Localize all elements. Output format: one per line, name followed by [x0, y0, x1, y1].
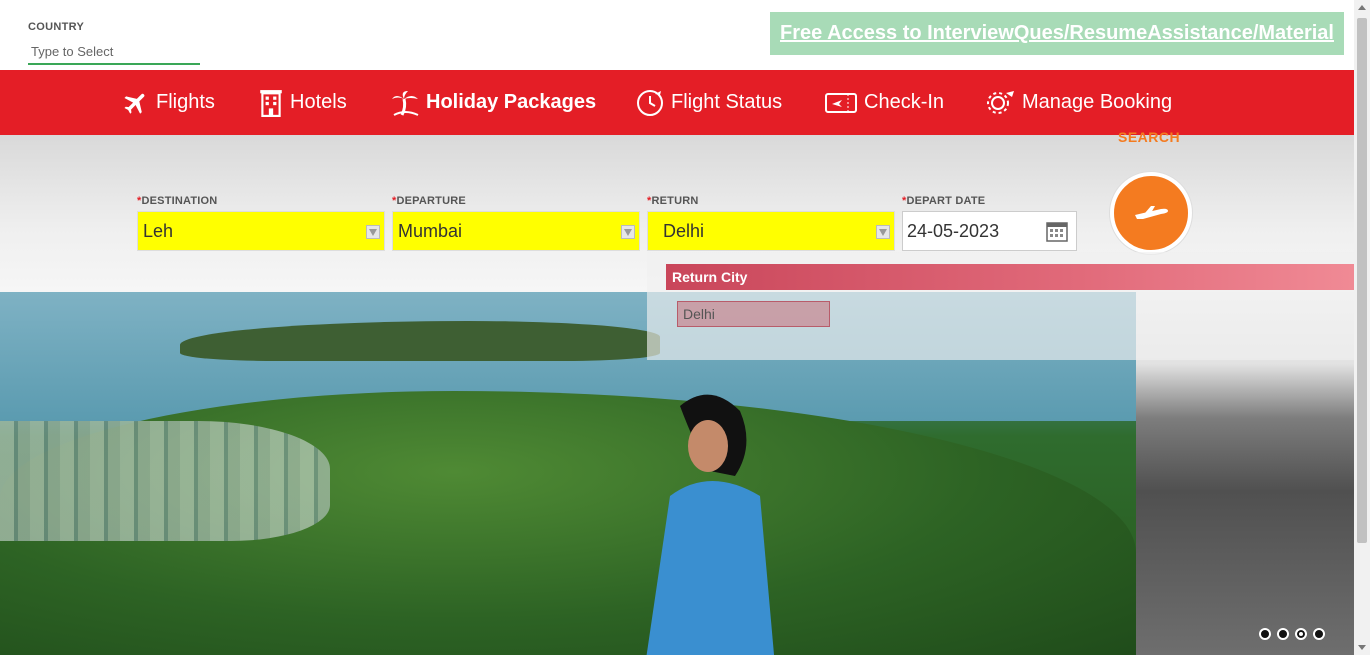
- depart-date-input[interactable]: 24-05-2023: [902, 211, 1077, 251]
- main-nav: Flights Hotels Holiday Packages Flight S…: [0, 70, 1354, 135]
- depart-date-value: 24-05-2023: [907, 221, 1000, 241]
- depart-date-label: *DEPART DATE: [902, 195, 986, 207]
- search-button[interactable]: [1110, 172, 1192, 254]
- departure-select[interactable]: Mumbai: [392, 211, 640, 251]
- return-select[interactable]: Delhi: [647, 211, 895, 251]
- scroll-up-icon[interactable]: [1358, 5, 1366, 10]
- nav-flights[interactable]: Flights: [122, 70, 215, 135]
- top-bar: COUNTRY Free Access to InterviewQues/Res…: [0, 0, 1354, 70]
- nav-label: Hotels: [290, 91, 347, 113]
- departure-value: Mumbai: [398, 221, 463, 241]
- ticket-plane-icon: [825, 92, 857, 113]
- carousel-dot[interactable]: [1313, 628, 1325, 640]
- scroll-down-icon[interactable]: [1358, 645, 1366, 650]
- promo-banner: Free Access to InterviewQues/ResumeAssis…: [770, 12, 1344, 55]
- hotel-icon: [260, 89, 282, 117]
- plane-icon: [124, 93, 145, 114]
- nav-manage-booking[interactable]: Manage Booking: [986, 70, 1172, 135]
- destination-value: Leh: [143, 221, 174, 241]
- plane-icon: [1135, 206, 1168, 219]
- country-label: COUNTRY: [28, 21, 85, 33]
- nav-label: Holiday Packages: [426, 91, 597, 113]
- chevron-down-icon: [621, 225, 635, 239]
- nav-hotels[interactable]: Hotels: [258, 70, 347, 135]
- carousel-dot[interactable]: [1277, 628, 1289, 640]
- page-scrollbar[interactable]: [1354, 0, 1370, 655]
- search-button-label[interactable]: SEARCH: [1118, 129, 1180, 145]
- departure-label: *DEPARTURE: [392, 195, 466, 207]
- nav-check-in[interactable]: Check-In: [824, 70, 944, 135]
- calendar-icon[interactable]: [1046, 220, 1068, 242]
- promo-link[interactable]: Free Access to InterviewQues/ResumeAssis…: [780, 22, 1334, 45]
- chevron-down-icon: [876, 225, 890, 239]
- hero-person: [646, 394, 775, 655]
- nav-label: Manage Booking: [1022, 91, 1173, 113]
- nav-label: Check-In: [864, 91, 945, 113]
- return-city-option[interactable]: Delhi: [677, 301, 830, 327]
- scroll-thumb[interactable]: [1357, 18, 1367, 543]
- nav-label: Flight Status: [671, 91, 783, 113]
- carousel-dots: [1259, 628, 1325, 640]
- carousel-dot-active[interactable]: [1295, 628, 1307, 640]
- nav-holiday-packages[interactable]: Holiday Packages: [390, 70, 596, 135]
- return-city-dropdown: Return City Delhi: [647, 252, 1354, 360]
- gear-plane-icon: [987, 90, 1014, 114]
- clock-plane-icon: [637, 89, 663, 116]
- country-input[interactable]: [28, 40, 200, 65]
- chevron-down-icon: [366, 225, 380, 239]
- nav-flight-status[interactable]: Flight Status: [635, 70, 782, 135]
- carousel-dot[interactable]: [1259, 628, 1271, 640]
- palm-tree-icon: [392, 90, 419, 116]
- destination-label: *DESTINATION: [137, 195, 218, 207]
- return-city-header: Return City: [666, 264, 1354, 290]
- return-value: Delhi: [663, 221, 705, 241]
- hero-village: [0, 421, 330, 541]
- destination-select[interactable]: Leh: [137, 211, 385, 251]
- nav-label: Flights: [156, 91, 215, 113]
- return-label: *RETURN: [647, 195, 699, 207]
